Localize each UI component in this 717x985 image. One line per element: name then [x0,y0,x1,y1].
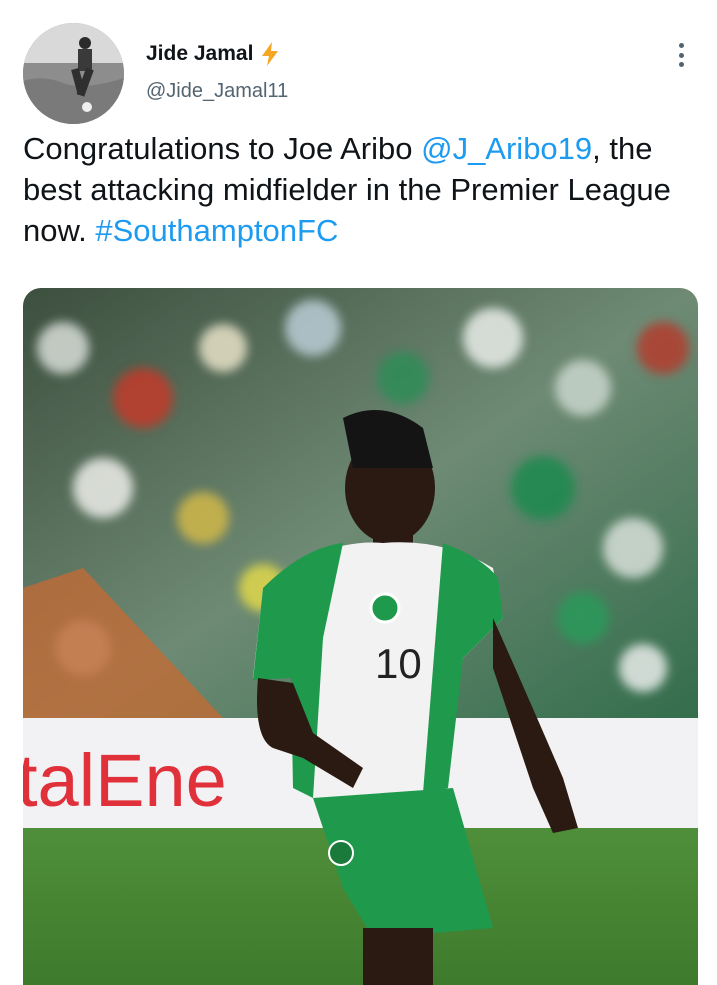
author-display-name[interactable]: Jide Jamal [146,42,253,66]
mention-link[interactable]: @J_Aribo19 [421,131,592,166]
author-avatar[interactable] [23,23,124,124]
advertising-board-text: talEne [23,739,227,822]
hashtag-link[interactable]: #SouthamptonFC [95,213,338,248]
tweet-text-intro: Congratulations to Joe Aribo [23,131,422,166]
more-options-icon[interactable] [670,40,692,70]
author-handle[interactable]: @Jide_Jamal11 [146,80,288,103]
author-name-row[interactable]: Jide Jamal [146,41,281,67]
tweet-photo[interactable]: talEne 10 [23,288,698,985]
tweet-text: Congratulations to Joe Aribo @J_Aribo19,… [23,128,703,251]
jersey-number: 10 [375,640,422,687]
lightning-bolt-icon [259,41,281,67]
